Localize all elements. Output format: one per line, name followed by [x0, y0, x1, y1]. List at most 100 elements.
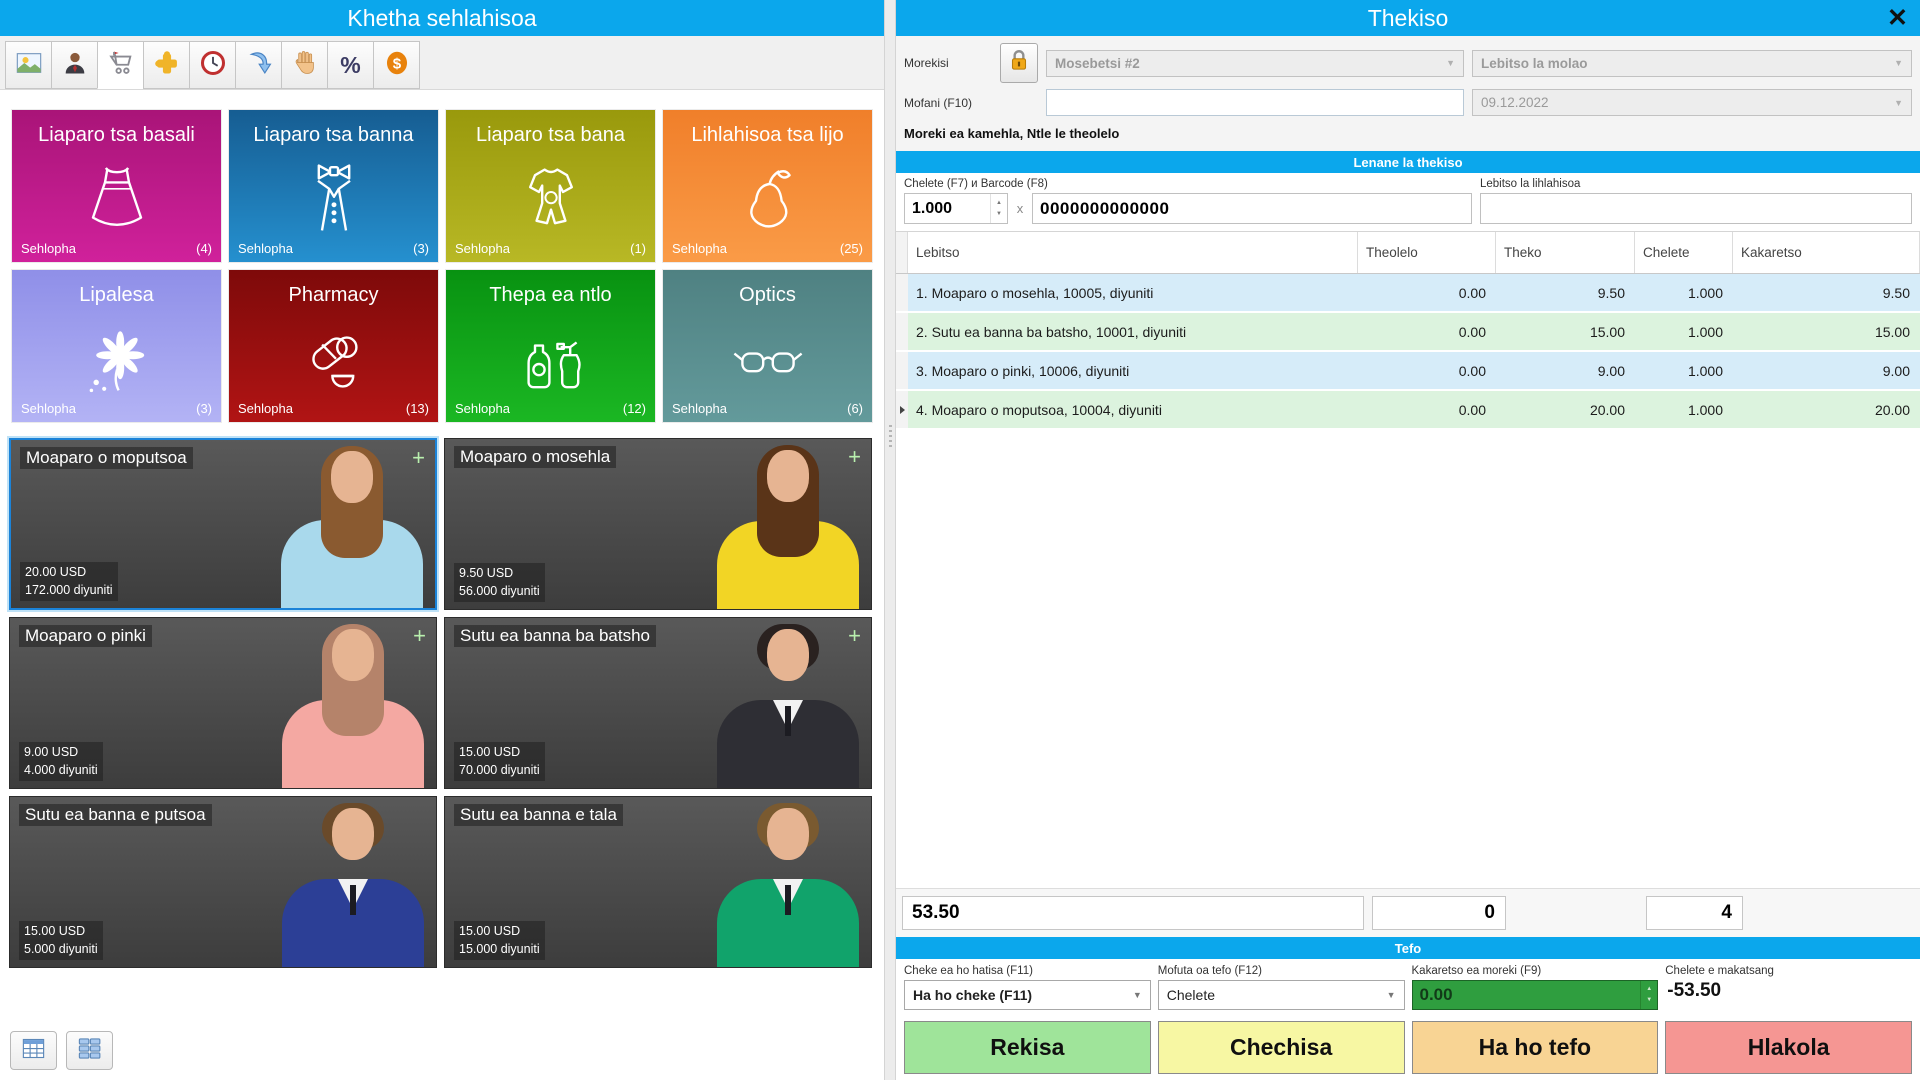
category-name: Liaparo tsa bana	[476, 124, 625, 147]
product-tile-sutu-ea-banna-ba-batsho[interactable]: Sutu ea banna ba batsho + 15.00 USD70.00…	[444, 617, 872, 789]
discount-total-value: 0	[1372, 896, 1506, 930]
customer-button[interactable]	[51, 41, 98, 89]
product-price: 15.00 USD	[459, 922, 540, 941]
product-stock: 56.000 diyuniti	[459, 582, 540, 601]
tile-view-icon	[76, 1035, 103, 1067]
supplier-input[interactable]	[1046, 89, 1464, 116]
history-button[interactable]	[189, 41, 236, 89]
cheque-print-select[interactable]: Ha ho cheke (F11)▼	[904, 980, 1151, 1010]
category-tile-liaparo-tsa-basali[interactable]: Liaparo tsa basali Sehlopha(4)	[12, 110, 221, 262]
add-product-icon[interactable]: +	[848, 444, 861, 470]
product-name: Moaparo o mosehla	[454, 446, 616, 468]
add-product-icon[interactable]: +	[848, 623, 861, 649]
product-stock: 4.000 diyuniti	[24, 761, 98, 780]
legal-name-select: Lebitso la molao▼	[1472, 50, 1912, 77]
category-tile-lipalesa[interactable]: Lipalesa Sehlopha(3)	[12, 270, 221, 422]
picture-icon	[15, 49, 43, 82]
add-product-icon[interactable]: +	[412, 445, 425, 471]
product-selection-panel: Khetha sehlahisoa % $ Liapa	[0, 0, 884, 1080]
product-tile-moaparo-o-moputsoa[interactable]: Moaparo o moputsoa + 20.00 USD172.000 di…	[9, 438, 437, 610]
table-row[interactable]: 3. Moaparo o pinki, 10006, diyuniti 0.00…	[896, 352, 1920, 391]
category-tile-liaparo-tsa-bana[interactable]: Liaparo tsa bana Sehlopha(1)	[446, 110, 655, 262]
plugins-icon	[153, 49, 181, 82]
close-icon[interactable]: ✕	[1887, 0, 1908, 36]
product-tile-sutu-ea-banna-e-tala[interactable]: Sutu ea banna e tala 15.00 USD15.000 diy…	[444, 796, 872, 968]
category-name: Lihlahisoa tsa lijo	[691, 124, 843, 147]
product-name-input[interactable]	[1480, 193, 1912, 224]
quantity-stepper[interactable]: 1.000▲▼	[904, 193, 1008, 224]
category-count: (4)	[196, 241, 212, 256]
lock-icon	[1006, 48, 1032, 79]
postpone-button[interactable]: Chechisa	[1158, 1021, 1405, 1074]
cart-icon	[107, 49, 135, 82]
category-tile-thepa-ea-ntlo[interactable]: Thepa ea ntlo Sehlopha(12)	[446, 270, 655, 422]
cart-button[interactable]	[97, 41, 144, 89]
undo-icon	[245, 49, 273, 82]
product-tile-moaparo-o-pinki[interactable]: Moaparo o pinki + 9.00 USD4.000 diyuniti	[9, 617, 437, 789]
picture-view-button[interactable]	[5, 41, 52, 89]
product-photo	[273, 440, 431, 608]
spinner-arrows-icon[interactable]: ▲▼	[990, 194, 1007, 223]
category-tile-liaparo-tsa-banna[interactable]: Liaparo tsa banna Sehlopha (3)	[229, 110, 438, 262]
column-header-theolelo[interactable]: Theolelo	[1358, 232, 1496, 273]
column-header-lebitso[interactable]: Lebitso	[908, 232, 1358, 273]
column-header-theko[interactable]: Theko	[1496, 232, 1635, 273]
cancel-button[interactable]: Hlakola	[1665, 1021, 1912, 1074]
customer-total-label: Kakaretso ea moreki (F9)	[1412, 965, 1659, 977]
lock-button[interactable]	[1000, 43, 1038, 83]
payment-button[interactable]: $	[373, 41, 420, 89]
product-name: Sutu ea banna ba batsho	[454, 625, 656, 647]
table-row[interactable]: 4. Moaparo o moputsoa, 10004, diyuniti 0…	[896, 391, 1920, 430]
seller-label: Morekisi	[904, 56, 1000, 70]
table-row[interactable]: 1. Moaparo o mosehla, 10005, diyuniti 0.…	[896, 274, 1920, 313]
category-group-label: Sehlopha	[21, 401, 76, 416]
panel-splitter[interactable]	[884, 0, 896, 1080]
table-view-icon	[20, 1035, 47, 1067]
date-select: 09.12.2022▼	[1472, 89, 1912, 116]
chevron-down-icon: ▼	[1894, 58, 1903, 68]
category-tile-optics[interactable]: Optics Sehlopha(6)	[663, 270, 872, 422]
product-price: 9.00 USD	[24, 743, 98, 762]
category-group-label: Sehlopha	[238, 241, 293, 256]
product-photo	[274, 797, 432, 967]
column-header-kakaretso[interactable]: Kakaretso	[1733, 232, 1920, 273]
view-switcher	[0, 1023, 884, 1080]
chevron-down-icon: ▼	[1133, 990, 1142, 1000]
product-tile-moaparo-o-mosehla[interactable]: Moaparo o mosehla + 9.50 USD56.000 diyun…	[444, 438, 872, 610]
category-tile-pharmacy[interactable]: Pharmacy Sehlopha(13)	[229, 270, 438, 422]
table-view-button[interactable]	[10, 1031, 57, 1070]
item-entry: Chelete (F7) и Barcode (F8) 1.000▲▼ x 00…	[896, 173, 1920, 231]
table-row[interactable]: 2. Sutu ea banna ba batsho, 10001, diyun…	[896, 313, 1920, 352]
payment-method-select[interactable]: Chelete▼	[1158, 980, 1405, 1010]
no-payment-button[interactable]: Ha ho tefo	[1412, 1021, 1659, 1074]
category-tile-lihlahisoa-tsa-lijo[interactable]: Lihlahisoa tsa lijo Sehlopha(25)	[663, 110, 872, 262]
sale-panel: Thekiso ✕ Morekisi Mosebetsi #2▼ Lebitso…	[896, 0, 1920, 1080]
qty-barcode-label: Chelete (F7) и Barcode (F8)	[904, 178, 1472, 190]
tile-view-button[interactable]	[66, 1031, 113, 1070]
product-photo	[274, 618, 432, 788]
add-product-icon[interactable]: +	[413, 623, 426, 649]
svg-text:$: $	[392, 55, 401, 72]
barcode-input[interactable]: 0000000000000	[1032, 193, 1472, 224]
spinner-arrows-icon[interactable]: ▲▼	[1640, 981, 1657, 1009]
sale-items-table: Lebitso Theolelo Theko Chelete Kakaretso…	[896, 231, 1920, 888]
category-name: Liaparo tsa banna	[253, 124, 413, 147]
plugins-button[interactable]	[143, 41, 190, 89]
payment-area: Cheke ea ho hatisa (F11) Ha ho cheke (F1…	[896, 959, 1920, 1080]
splitter-grip-icon	[889, 425, 892, 449]
return-button[interactable]	[235, 41, 282, 89]
category-group-label: Sehlopha	[672, 401, 727, 416]
table-header: Lebitso Theolelo Theko Chelete Kakaretso	[896, 232, 1920, 274]
sell-button[interactable]: Rekisa	[904, 1021, 1151, 1074]
product-tile-sutu-ea-banna-e-putsoa[interactable]: Sutu ea banna e putsoa 15.00 USD5.000 di…	[9, 796, 437, 968]
product-stock: 172.000 diyuniti	[25, 581, 113, 600]
category-count: (6)	[847, 401, 863, 416]
category-count: (3)	[413, 241, 429, 256]
category-name: Pharmacy	[288, 284, 378, 307]
column-header-chelete[interactable]: Chelete	[1635, 232, 1733, 273]
right-panel-title: Thekiso	[1368, 5, 1449, 32]
product-price: 20.00 USD	[25, 563, 113, 582]
customer-total-input[interactable]: 0.00▲▼	[1412, 980, 1659, 1010]
hold-button[interactable]	[281, 41, 328, 89]
discount-button[interactable]: %	[327, 41, 374, 89]
